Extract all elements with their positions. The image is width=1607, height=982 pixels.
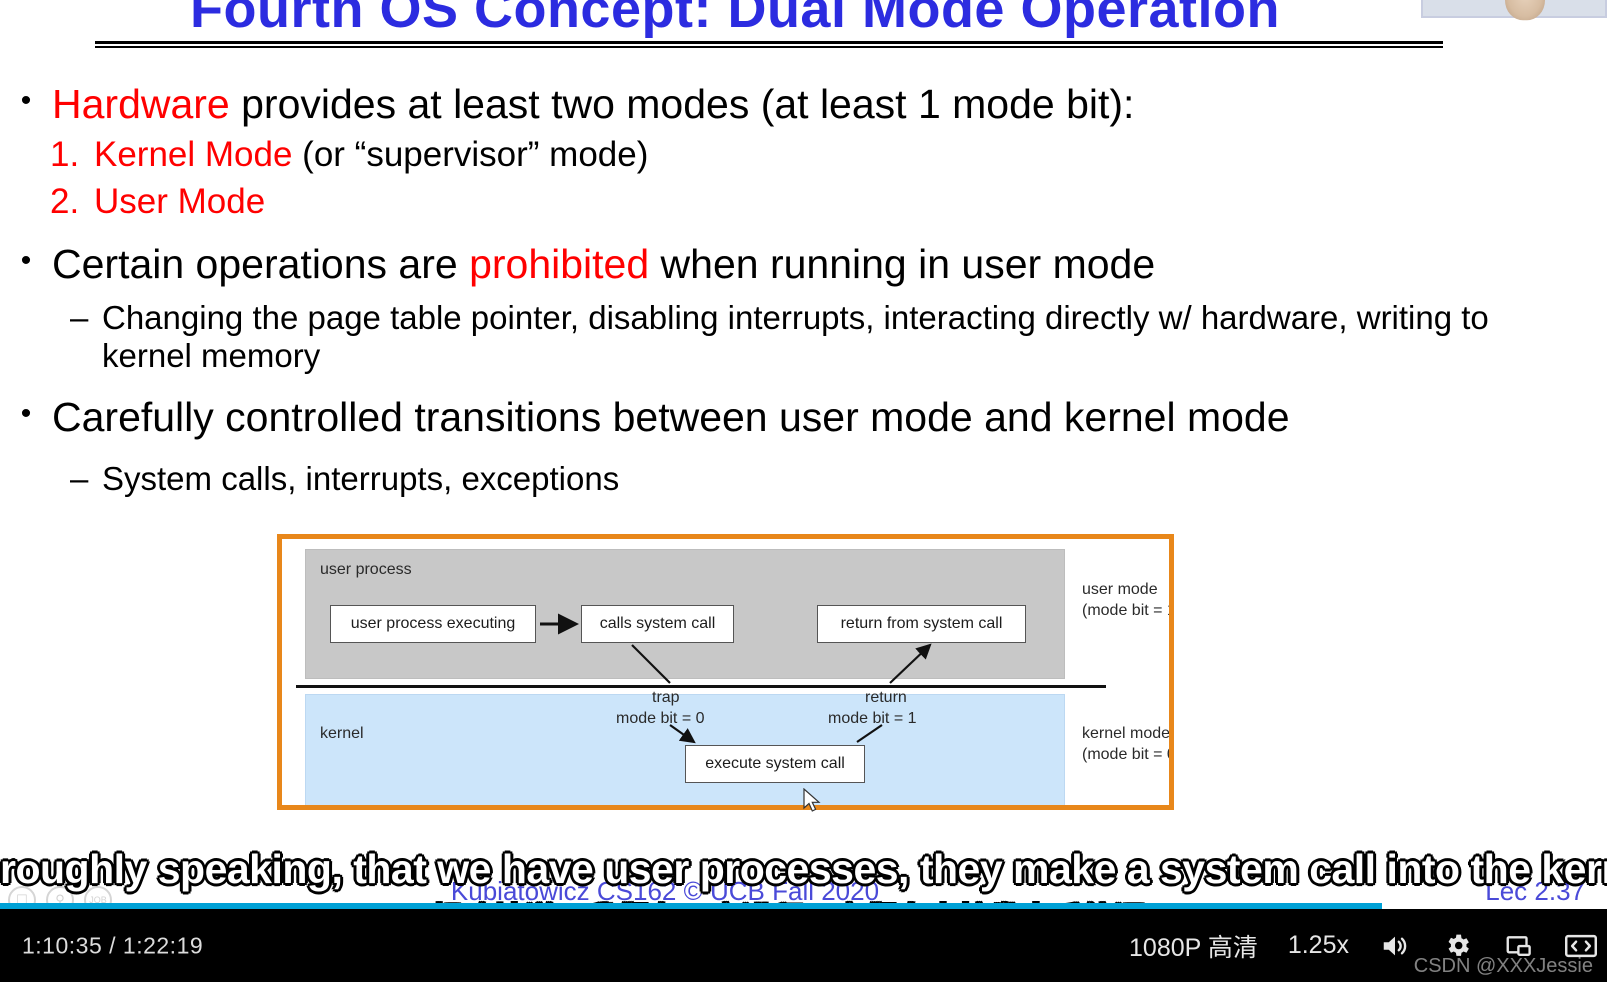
gear-icon[interactable]: [1441, 930, 1473, 962]
kernel-mode-rest: (or “supervisor” mode): [292, 135, 649, 175]
time-display: 1:10:35 / 1:22:19: [22, 932, 204, 958]
numbered-item-user-mode: 2. User Mode: [0, 179, 1607, 226]
playback-speed-selector[interactable]: 1.25x: [1288, 931, 1349, 960]
bullet-dot-icon: •: [20, 397, 32, 431]
title-divider: [95, 41, 1443, 48]
mouse-cursor: [803, 788, 821, 812]
picture-in-picture-icon[interactable]: [1503, 930, 1535, 962]
numbered-item-kernel-mode: 1. Kernel Mode (or “supervisor” mode): [0, 132, 1607, 179]
diagram-box-user-process-executing: user process executing: [330, 605, 536, 643]
slide-body: • Hardware provides at least two modes (…: [0, 78, 1607, 498]
sub-bullet-prohibited-examples: – Changing the page table pointer, disab…: [0, 293, 1607, 376]
dash-icon: –: [70, 459, 89, 497]
diagram-return-modebit: mode bit = 1: [828, 710, 917, 727]
bullet-hardware-text: Hardware provides at least two modes (at…: [52, 78, 1134, 130]
diagram-kernel-label: kernel: [320, 725, 364, 742]
page-title: Fourth OS Concept: Dual Mode Operation: [190, 0, 1280, 39]
subtitle-english: roughly speaking, that we have user proc…: [0, 846, 1607, 892]
numbered-index-2: 2.: [50, 182, 80, 222]
bullet-prohibited: • Certain operations are prohibited when…: [0, 226, 1607, 292]
diagram-user-process-label: user process: [320, 561, 412, 578]
player-right-controls: 1080P 高清 1.25x: [1129, 928, 1597, 964]
diagram-user-mode-label: user mode: [1082, 581, 1158, 598]
prohibited-pre: Certain operations are: [52, 241, 470, 288]
sub-bullet-syscalls-text: System calls, interrupts, exceptions: [102, 459, 620, 497]
bullet-dot-icon: •: [20, 84, 32, 117]
diagram-kernel-mode-bit: (mode bit = 0): [1082, 746, 1174, 763]
webcam-speaker-face: [1504, 0, 1545, 20]
prohibited-post: when running in user mode: [649, 241, 1156, 288]
diagram-box-execute-system-call: execute system call: [685, 745, 865, 783]
bullet-hardware-rest: provides at least two modes (at least 1 …: [229, 81, 1135, 127]
kernel-mode-keyword: Kernel Mode: [94, 135, 293, 175]
diagram-kernel-mode-label: kernel mode: [1082, 725, 1171, 742]
volume-icon[interactable]: [1379, 930, 1411, 962]
bullet-transitions: • Carefully controlled transitions betwe…: [0, 375, 1607, 445]
diagram-trap-label: trap: [652, 689, 680, 706]
video-player: Fourth OS Concept: Dual Mode Operation •…: [0, 0, 1607, 982]
diagram-mode-divider: [296, 685, 1106, 688]
slide-video-frame: Fourth OS Concept: Dual Mode Operation •…: [0, 0, 1607, 910]
diagram-box-return-from-system-call: return from system call: [817, 605, 1026, 643]
bullet-transitions-text: Carefully controlled transitions between…: [52, 394, 1290, 441]
widescreen-icon[interactable]: [1565, 930, 1597, 962]
webcam-overlay: [1421, 0, 1607, 20]
numbered-index-1: 1.: [50, 135, 80, 175]
diagram-box-calls-system-call: calls system call: [581, 605, 734, 643]
player-control-bar: 1:10:35 / 1:22:19 1080P 高清 1.25x CSDN @X…: [0, 909, 1607, 982]
bullet-dot-icon: •: [20, 244, 32, 278]
diagram-trap-modebit: mode bit = 0: [616, 710, 705, 727]
dual-mode-diagram: user process kernel user process executi…: [277, 534, 1174, 810]
numbered-item-1-text: Kernel Mode (or “supervisor” mode): [94, 132, 648, 179]
sub-bullet-syscalls: – System calls, interrupts, exceptions: [0, 446, 1607, 498]
diagram-return-label: return: [865, 689, 907, 706]
dash-icon: –: [70, 298, 89, 336]
bullet-prohibited-text: Certain operations are prohibited when r…: [52, 238, 1155, 290]
user-mode-keyword: User Mode: [94, 182, 266, 222]
bullet-hardware: • Hardware provides at least two modes (…: [0, 78, 1607, 132]
bullet-hardware-keyword: Hardware: [52, 81, 230, 127]
quality-selector[interactable]: 1080P 高清: [1129, 928, 1258, 964]
sub-bullet-prohibited-text: Changing the page table pointer, disabli…: [102, 298, 1489, 374]
diagram-user-mode-bit: (mode bit = 1): [1082, 602, 1174, 619]
prohibited-keyword: prohibited: [469, 241, 650, 288]
